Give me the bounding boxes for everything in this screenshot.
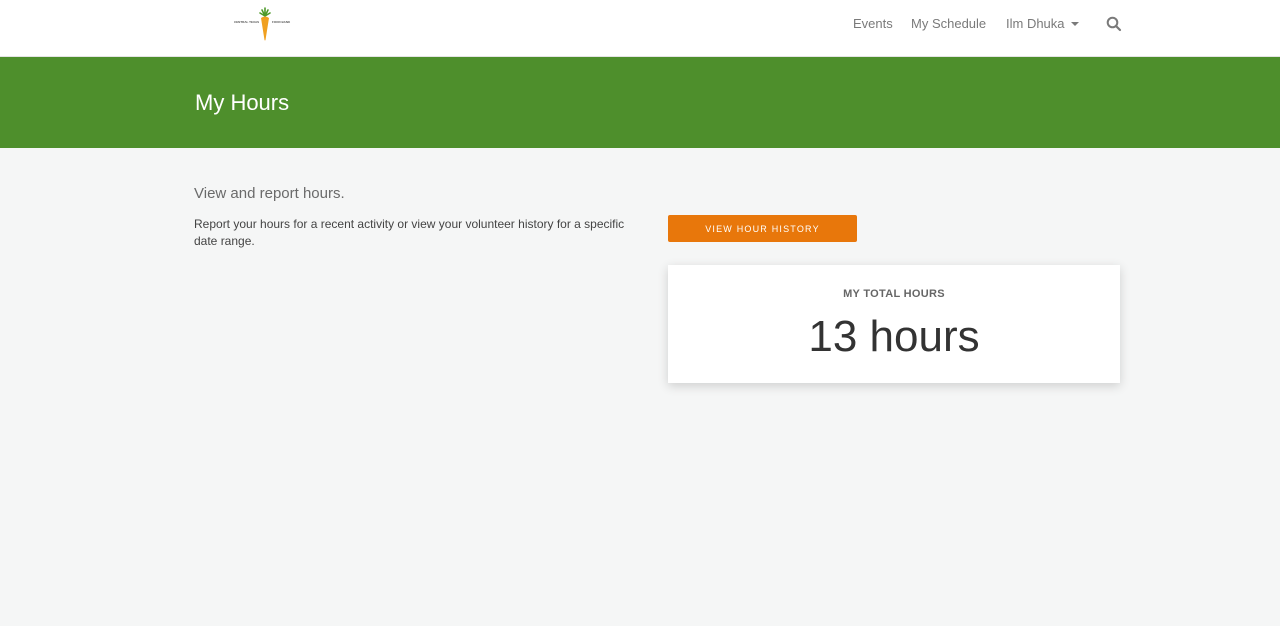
user-name: Ilm Dhuka <box>1006 16 1065 31</box>
logo-text-left: CENTRAL TEXAS <box>234 20 260 24</box>
view-hour-history-button[interactable]: VIEW HOUR HISTORY <box>668 215 857 242</box>
section-subheading: View and report hours. <box>194 185 345 202</box>
search-button[interactable] <box>1106 16 1122 32</box>
total-hours-label: MY TOTAL HOURS <box>843 288 945 300</box>
page-banner: My Hours <box>0 57 1280 148</box>
caret-down-icon <box>1070 21 1079 26</box>
carrot-icon <box>259 7 271 41</box>
search-icon <box>1106 16 1122 32</box>
section-description: Report your hours for a recent activity … <box>194 217 625 248</box>
total-hours-card: MY TOTAL HOURS 13 hours <box>668 265 1120 383</box>
site-logo[interactable]: CENTRAL TEXAS FOOD BANK <box>234 6 296 42</box>
user-menu-dropdown[interactable]: Ilm Dhuka <box>1006 16 1079 31</box>
nav-my-schedule-link[interactable]: My Schedule <box>911 16 986 31</box>
top-navbar: CENTRAL TEXAS FOOD BANK Events My Schedu… <box>0 0 1280 57</box>
page-title: My Hours <box>195 90 290 115</box>
nav-events-link[interactable]: Events <box>853 16 893 31</box>
logo-text-right: FOOD BANK <box>272 20 291 24</box>
total-hours-value: 13 hours <box>808 312 980 361</box>
